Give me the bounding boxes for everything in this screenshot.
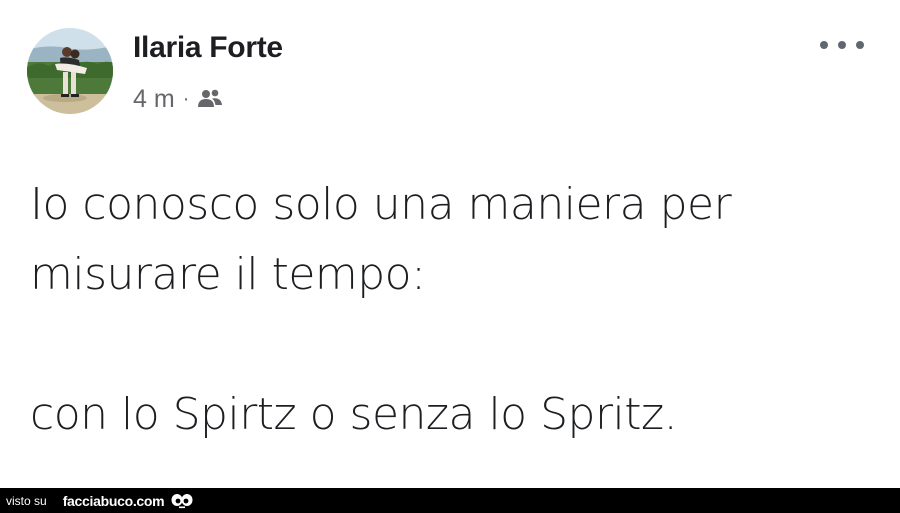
post-text: Io conosco solo una maniera per misurare… — [30, 170, 880, 450]
post-text-line: misurare il tempo: — [30, 249, 426, 300]
author-name[interactable]: Ilaria Forte — [133, 31, 283, 65]
eyes-logo-icon — [170, 493, 194, 509]
watermark-bar: visto su facciabuco.com — [0, 488, 900, 513]
meta-separator: · — [182, 88, 190, 110]
watermark-site[interactable]: facciabuco.com — [63, 493, 165, 509]
post-time[interactable]: 4 m — [133, 85, 175, 114]
watermark-prefix: visto su — [6, 493, 47, 508]
facebook-post: Ilaria Forte 4 m · Io conosco solo una m… — [0, 0, 900, 488]
more-dot — [838, 41, 846, 49]
more-dot — [820, 41, 828, 49]
more-options-icon[interactable] — [820, 34, 864, 56]
avatar[interactable] — [27, 28, 113, 114]
more-dot — [856, 41, 864, 49]
profile-photo — [27, 28, 113, 114]
post-meta: 4 m · — [133, 84, 223, 114]
post-text-line: con lo Spirtz o senza lo Spritz. — [30, 389, 678, 440]
friends-icon[interactable] — [197, 88, 223, 110]
post-text-line: Io conosco solo una maniera per — [30, 179, 732, 230]
